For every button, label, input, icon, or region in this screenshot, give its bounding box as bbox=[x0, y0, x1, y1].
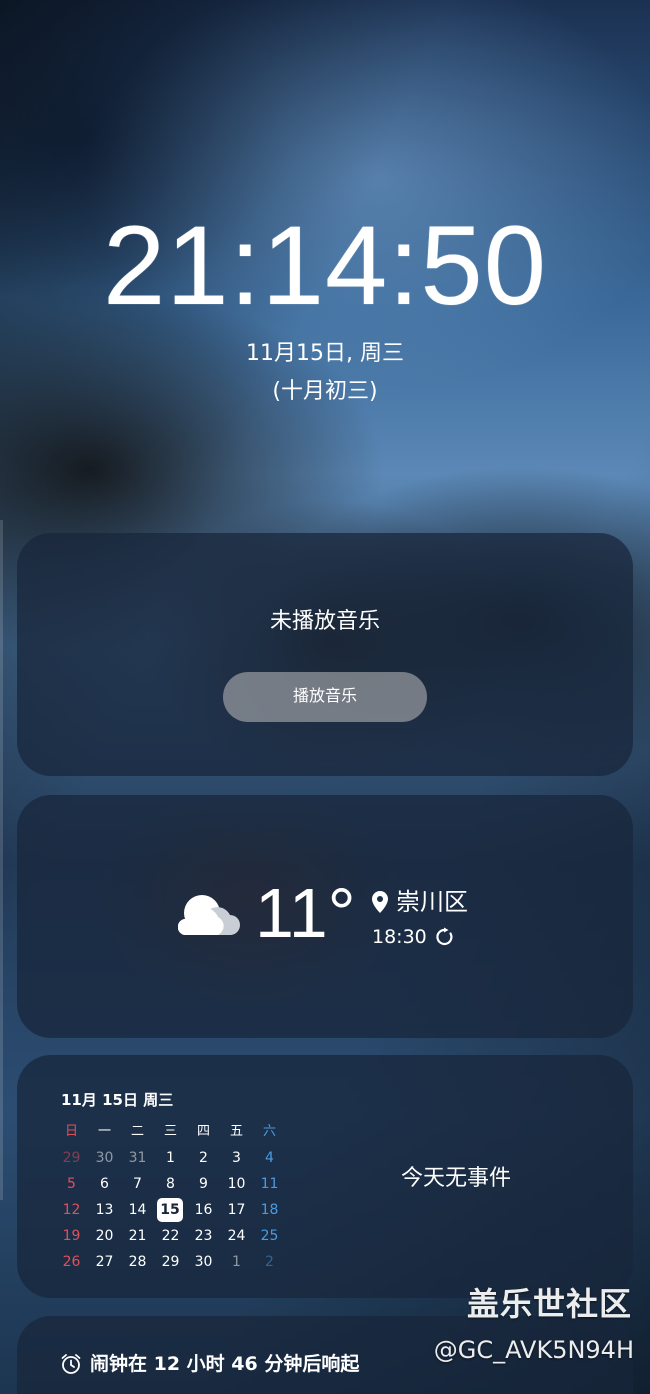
calendar-day: 20 bbox=[95, 1228, 114, 1244]
calendar-weekday-label: 日 bbox=[64, 1124, 78, 1139]
calendar-day: 16 bbox=[194, 1202, 213, 1218]
calendar-day: 23 bbox=[194, 1228, 213, 1244]
alarm-row: 闹钟在 12 小时 46 分钟后响起 bbox=[60, 1352, 359, 1376]
calendar-weekday-label: 二 bbox=[130, 1124, 144, 1139]
calendar-day: 24 bbox=[227, 1228, 246, 1244]
calendar-day: 28 bbox=[128, 1254, 147, 1270]
calendar-day: 19 bbox=[62, 1228, 81, 1244]
calendar-day: 2 bbox=[265, 1254, 274, 1270]
calendar-day: 8 bbox=[166, 1176, 175, 1192]
calendar-header-date: 11月 15日 周三 bbox=[61, 1091, 174, 1109]
calendar-day: 17 bbox=[227, 1202, 246, 1218]
calendar-day: 4 bbox=[265, 1150, 274, 1166]
calendar-day: 5 bbox=[67, 1176, 76, 1192]
calendar-day: 30 bbox=[194, 1254, 213, 1270]
calendar-day: 22 bbox=[161, 1228, 180, 1244]
weather-temperature: 11° bbox=[255, 874, 356, 952]
calendar-day: 30 bbox=[95, 1150, 114, 1166]
calendar-day: 25 bbox=[260, 1228, 279, 1244]
location-pin-icon bbox=[372, 891, 388, 913]
calendar-weekday-label: 六 bbox=[262, 1124, 276, 1139]
weather-widget[interactable]: 11° 崇川区 18:30 bbox=[17, 795, 633, 1038]
calendar-day: 14 bbox=[128, 1202, 147, 1218]
calendar-day: 3 bbox=[232, 1150, 241, 1166]
edge-panel-handle[interactable] bbox=[0, 520, 3, 1200]
calendar-day: 12 bbox=[62, 1202, 81, 1218]
calendar-month-grid: 日一二三四五六 29 30 31 1 2 3 4 5 6 7 8 9 10 11 12 13 14 15 16 17 18… bbox=[55, 1119, 286, 1275]
calendar-day: 6 bbox=[100, 1176, 109, 1192]
alarm-clock-icon bbox=[61, 1354, 81, 1374]
calendar-no-events: 今天无事件 bbox=[401, 1166, 512, 1191]
music-widget[interactable]: 未播放音乐 播放音乐 bbox=[17, 533, 633, 776]
calendar-widget[interactable]: 11月 15日 周三 日一二三四五六 29 30 31 1 2 3 4 5 6 7 8 9 10 11 12 1… bbox=[17, 1055, 633, 1298]
weather-updated-time: 18:30 bbox=[372, 926, 427, 948]
calendar-day-today: 15 bbox=[157, 1198, 183, 1222]
watermark-handle: @GC_AVK5N94H bbox=[433, 1336, 634, 1364]
calendar-day: 26 bbox=[62, 1254, 81, 1270]
calendar-day: 1 bbox=[232, 1254, 241, 1270]
calendar-day: 29 bbox=[62, 1150, 81, 1166]
calendar-day: 1 bbox=[166, 1150, 175, 1166]
calendar-day: 9 bbox=[199, 1176, 208, 1192]
lockscreen-lunar-date: (十月初三) bbox=[272, 379, 378, 404]
calendar-weekday-label: 三 bbox=[163, 1124, 177, 1139]
calendar-day: 13 bbox=[95, 1202, 114, 1218]
play-music-button[interactable]: 播放音乐 bbox=[223, 672, 427, 722]
watermark-title: 盖乐世社区 bbox=[466, 1285, 632, 1323]
weather-location: 崇川区 bbox=[396, 888, 468, 916]
calendar-day: 29 bbox=[161, 1254, 180, 1270]
calendar-day: 21 bbox=[128, 1228, 147, 1244]
calendar-weekday-label: 一 bbox=[97, 1124, 111, 1139]
calendar-day: 10 bbox=[227, 1176, 246, 1192]
weather-location-row: 崇川区 bbox=[372, 886, 468, 918]
lockscreen-clock: 21:14:50 bbox=[103, 203, 547, 328]
weather-update-row: 18:30 bbox=[372, 924, 455, 950]
calendar-day: 7 bbox=[133, 1176, 142, 1192]
calendar-weekday-label: 五 bbox=[229, 1124, 243, 1139]
calendar-day: 2 bbox=[199, 1150, 208, 1166]
refresh-icon[interactable] bbox=[435, 927, 455, 947]
cloudy-icon bbox=[178, 895, 240, 935]
calendar-day: 11 bbox=[260, 1176, 279, 1192]
alarm-next-text: 闹钟在 12 小时 46 分钟后响起 bbox=[90, 1353, 360, 1375]
lockscreen-date: 11月15日, 周三 bbox=[246, 341, 404, 366]
calendar-day: 18 bbox=[260, 1202, 279, 1218]
calendar-weekday-label: 四 bbox=[196, 1124, 210, 1139]
calendar-day: 27 bbox=[95, 1254, 114, 1270]
music-status: 未播放音乐 bbox=[269, 609, 380, 634]
calendar-day: 31 bbox=[128, 1150, 147, 1166]
